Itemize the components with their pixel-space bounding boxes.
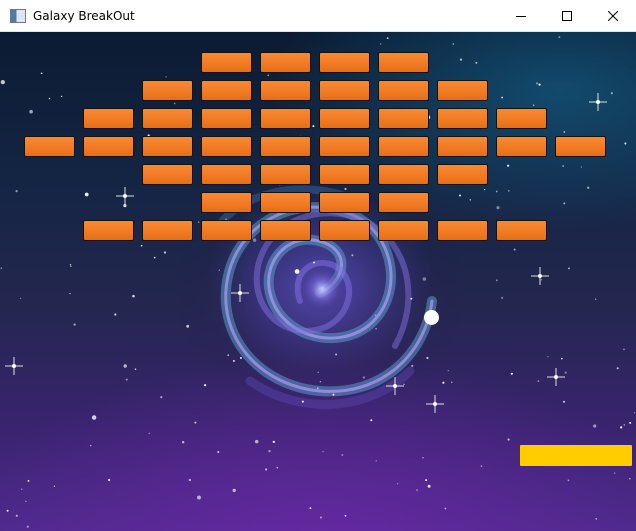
maximize-icon [562,10,572,21]
brick [378,108,429,129]
brick [378,80,429,101]
brick [378,52,429,73]
brick [201,192,252,213]
brick [142,136,193,157]
brick [201,52,252,73]
brick [437,80,488,101]
brick [260,192,311,213]
brick [260,220,311,241]
window-controls [498,0,636,31]
brick [201,164,252,185]
brick [24,136,75,157]
brick [260,52,311,73]
maximize-button[interactable] [544,0,590,31]
brick [201,108,252,129]
brick [83,136,134,157]
brick [378,220,429,241]
brick [437,108,488,129]
brick [496,220,547,241]
game-canvas[interactable] [0,31,636,531]
minimize-icon [516,15,526,17]
brick [437,136,488,157]
brick [496,136,547,157]
close-button[interactable] [590,0,636,31]
game-window: Galaxy BreakOut [0,0,636,531]
brick [260,164,311,185]
brick [83,108,134,129]
brick [378,192,429,213]
brick [201,136,252,157]
brick [201,80,252,101]
brick [496,108,547,129]
brick [378,136,429,157]
brick [319,80,370,101]
brick [83,220,134,241]
window-title: Galaxy BreakOut [33,8,135,23]
brick [319,52,370,73]
title-bar[interactable]: Galaxy BreakOut [0,0,636,32]
brick [319,220,370,241]
brick [378,164,429,185]
minimize-button[interactable] [498,0,544,31]
brick [319,136,370,157]
brick [555,136,606,157]
brick [260,108,311,129]
brick [142,220,193,241]
brick [201,220,252,241]
close-icon [608,10,618,21]
brick [142,108,193,129]
brick [437,164,488,185]
brick [142,164,193,185]
ball [424,310,439,325]
brick [319,192,370,213]
brick [437,220,488,241]
app-window-icon [10,8,26,23]
brick [142,80,193,101]
brick [260,80,311,101]
brick [260,136,311,157]
brick [319,164,370,185]
brick [319,108,370,129]
paddle[interactable] [520,445,632,466]
